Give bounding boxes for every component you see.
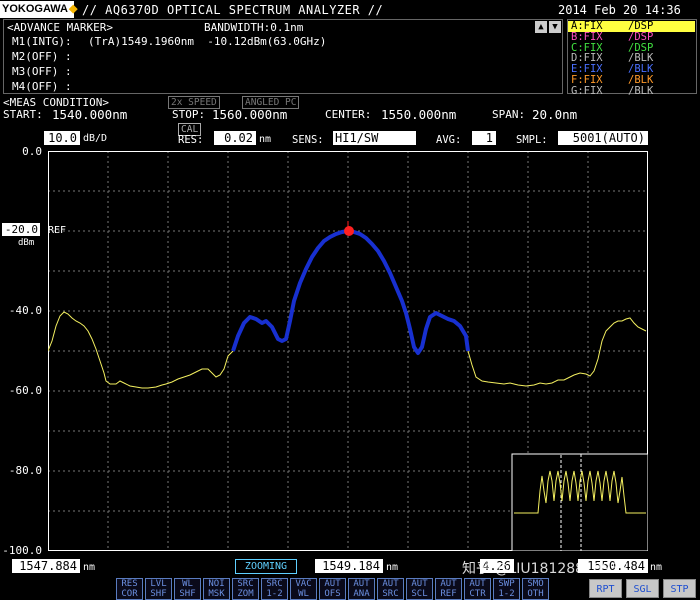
trace-name: G:FIX <box>571 84 603 97</box>
marker-m4-label: M4(OFF) : <box>12 80 72 93</box>
title-bar: YOKOGAWA◆ // AQ6370D OPTICAL SPECTRUM AN… <box>0 0 700 19</box>
marker-m1-dot[interactable] <box>344 226 354 236</box>
softkey-button[interactable]: AUT SCL <box>406 578 433 600</box>
marker-panel-header: <ADVANCE MARKER> <box>7 21 113 34</box>
scale-unit: dB/D <box>83 133 108 144</box>
trace-row[interactable]: G:FIX/BLK <box>568 84 695 97</box>
trace-a-left-segment <box>48 311 234 389</box>
scroll-up-button[interactable]: ▲ <box>535 21 547 33</box>
marker-m3-label: M3(OFF) : <box>12 65 72 78</box>
trace-a-right-segment <box>467 317 647 387</box>
avg-value[interactable]: 1 <box>472 131 496 145</box>
softkey-button[interactable]: AUT ANA <box>348 578 375 600</box>
sweep-rpt-button[interactable]: RPT <box>589 579 622 598</box>
softkey-button[interactable]: AUT CTR <box>464 578 491 600</box>
app-title: // AQ6370D OPTICAL SPECTRUM ANALYZER // <box>82 3 384 17</box>
stop-label: STOP: <box>172 108 206 121</box>
softkey-button[interactable]: SWP 1-2 <box>493 578 520 600</box>
overview-inset[interactable] <box>511 453 648 551</box>
smpl-label: SMPL: <box>516 134 548 146</box>
center-value: 1550.000nm <box>381 107 457 122</box>
spectrum-plot[interactable] <box>48 151 648 551</box>
ref-level-value[interactable]: -20.0 <box>2 223 40 236</box>
softkey-button[interactable]: AUT OFS <box>319 578 346 600</box>
softkey-button[interactable]: SRC 1-2 <box>261 578 288 600</box>
sens-label: SENS: <box>292 134 324 146</box>
softkey-button[interactable]: NOI MSK <box>203 578 230 600</box>
trace-state: /BLK <box>628 84 654 97</box>
softkey-button[interactable]: AUT SRC <box>377 578 404 600</box>
marker-m1-value: (TrA)1549.1960nm -10.12dBm(63.0GHz) <box>88 35 327 48</box>
start-value: 1540.000nm <box>52 107 128 122</box>
star-icon: ◆ <box>69 3 78 15</box>
y-tick-label: 0.0 <box>22 145 42 158</box>
bandwidth: BANDWIDTH:0.1nm <box>204 21 304 34</box>
sweep-stp-button[interactable]: STP <box>663 579 696 598</box>
softkey-button[interactable]: LVL SHF <box>145 578 172 600</box>
left-wavelength-value[interactable]: 1547.884 <box>12 559 80 573</box>
y-tick-label: -80.0 <box>8 464 42 477</box>
watermark: 知乎 @LIU18128810938 <box>462 561 629 577</box>
meas-condition-panel: <MEAS CONDITION> 2x SPEED ANGLED PC STAR… <box>0 96 700 122</box>
yokogawa-logo: YOKOGAWA◆ <box>0 1 78 18</box>
center-wavelength-value[interactable]: 1549.184 <box>315 559 383 573</box>
softkey-button[interactable]: WL SHF <box>174 578 201 600</box>
y-tick-label: -60.0 <box>8 384 42 397</box>
res-label: RES: <box>178 134 204 146</box>
zooming-indicator: ZOOMING <box>235 559 297 574</box>
softkey-bar: RES COR LVL SHF WL SHF NOI MSK SRC ZOM SRC 1-… <box>0 578 700 600</box>
trace-panel: A:FIX/DSP B:FIX/DSP C:FIX/DSP D:FIX/BLK E:FI… <box>567 19 697 97</box>
trace-state: /DSP <box>628 30 654 43</box>
y-tick-label: -40.0 <box>8 304 42 317</box>
stop-value: 1560.000nm <box>212 107 288 122</box>
center-label: CENTER: <box>325 108 372 121</box>
right-wavelength-unit: nm <box>650 562 663 573</box>
scale-value[interactable]: 10.0 <box>44 131 80 145</box>
smpl-value[interactable]: 5001(AUTO) <box>558 131 648 145</box>
marker-m1-label: M1(INTG): <box>12 35 72 48</box>
softkey-button[interactable]: VAC WL <box>290 578 317 600</box>
datetime: 2014 Feb 20 14:36 <box>558 3 681 17</box>
advance-marker-panel: <ADVANCE MARKER> BANDWIDTH:0.1nm M1(INTG… <box>3 19 563 94</box>
sens-value[interactable]: HI1/SW <box>333 131 416 145</box>
trace-a-selected-segment <box>231 229 470 355</box>
sweep-sgl-button[interactable]: SGL <box>626 579 659 598</box>
softkey-button[interactable]: AUT REF <box>435 578 462 600</box>
softkey-button[interactable]: SRC ZOM <box>232 578 259 600</box>
softkey-button[interactable]: SMO OTH <box>522 578 549 600</box>
ref-unit: dBm <box>18 238 35 248</box>
res-unit: nm <box>259 134 272 145</box>
bottom-wavelength-bar: 1547.884 nm ZOOMING 1549.184 nm 4.26 155… <box>0 557 700 577</box>
softkey-button[interactable]: RES COR <box>116 578 143 600</box>
scroll-down-button[interactable]: ▼ <box>549 21 561 33</box>
avg-label: AVG: <box>436 134 462 146</box>
settings-bar: 10.0 dB/D CAL RES: 0.02 nm SENS: HI1/SW … <box>0 123 700 147</box>
start-label: START: <box>3 108 43 121</box>
res-value[interactable]: 0.02 <box>214 131 256 145</box>
center-wavelength-unit: nm <box>386 562 399 573</box>
span-label: SPAN: <box>492 108 526 121</box>
left-wavelength-unit: nm <box>83 562 96 573</box>
span-value: 20.0nm <box>532 107 578 122</box>
y-tick-label: -100.0 <box>2 544 42 557</box>
marker-m2-label: M2(OFF) : <box>12 50 72 63</box>
